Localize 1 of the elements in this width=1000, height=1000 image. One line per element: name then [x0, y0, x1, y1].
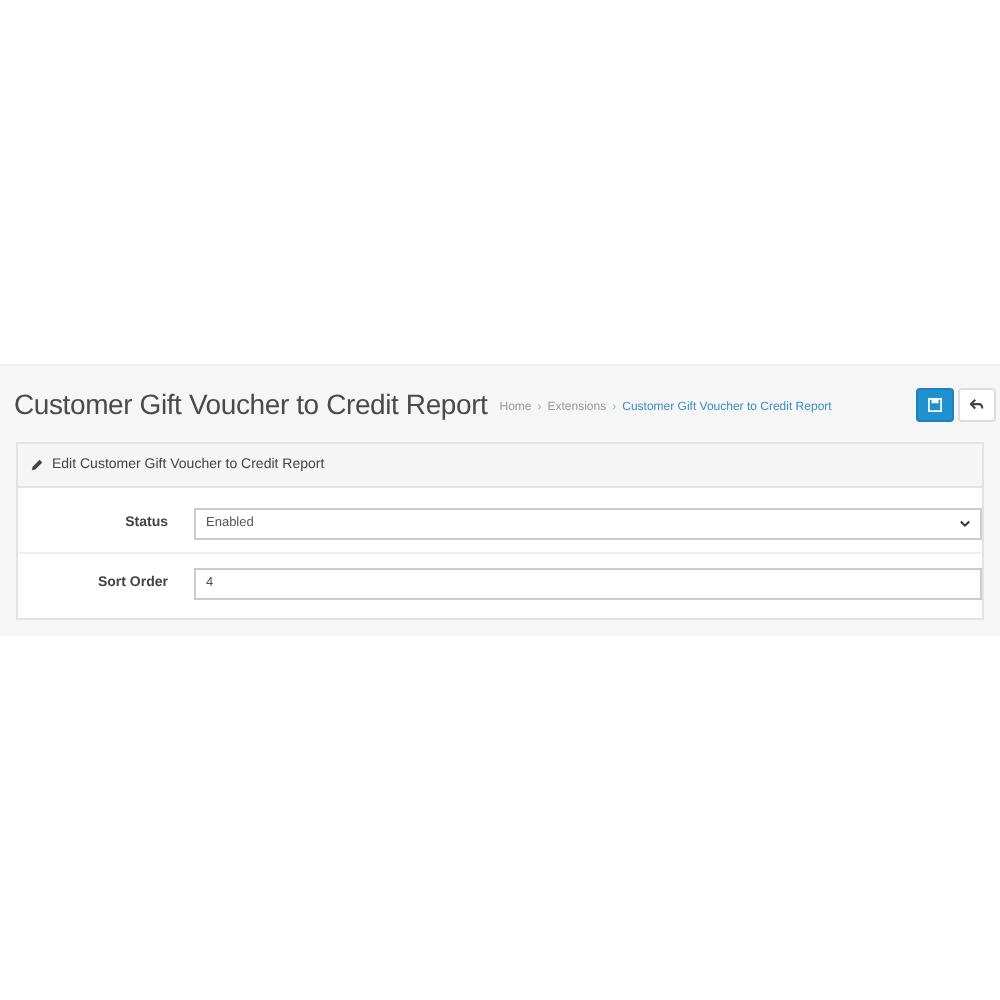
page-title: Customer Gift Voucher to Credit Report [14, 388, 488, 420]
